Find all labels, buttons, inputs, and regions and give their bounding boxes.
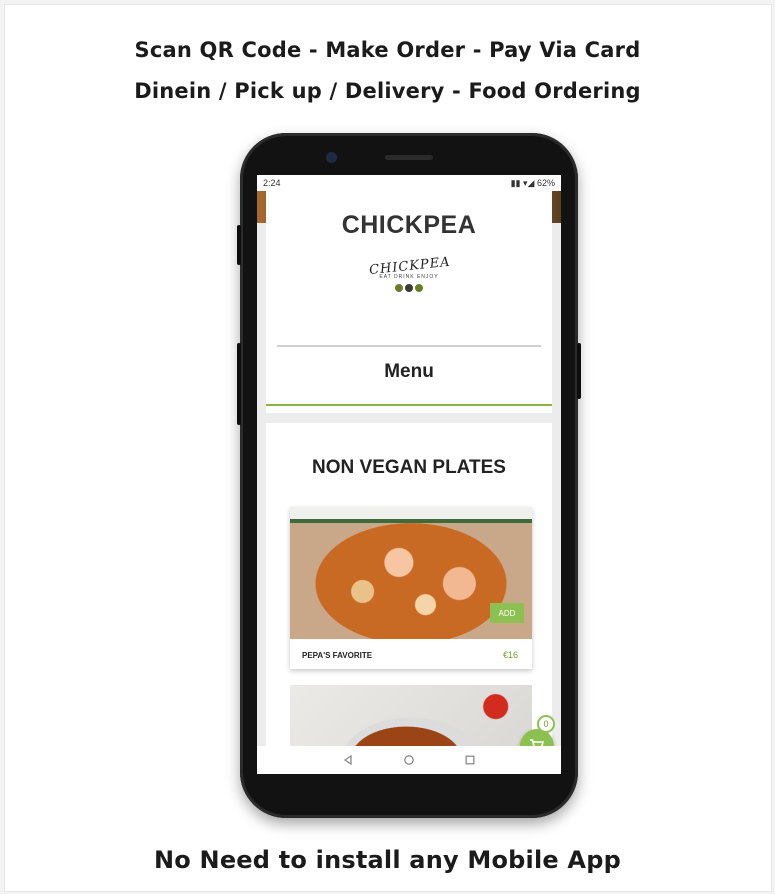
restaurant-header-card: CHICKPEA CHICKPEA EAT DRINK ENJOY Menu bbox=[266, 191, 552, 413]
status-time: 2:24 bbox=[263, 178, 281, 188]
product-price: €16 bbox=[502, 650, 518, 660]
headline-line-2: Dinein / Pick up / Delivery - Food Order… bbox=[134, 79, 641, 103]
menu-underline bbox=[266, 404, 552, 406]
chickpea-icon bbox=[395, 284, 423, 292]
alert-slider bbox=[577, 343, 581, 399]
status-bar: 2:24 ▮▮ ▾◢ 62% bbox=[257, 175, 561, 191]
section-title: NON VEGAN PLATES bbox=[312, 457, 506, 478]
menu-title: Menu bbox=[384, 361, 434, 382]
menu-section-card: NON VEGAN PLATES ADD PEPA'S FAVORITE €16 bbox=[266, 423, 552, 774]
power-button bbox=[237, 343, 241, 425]
status-icons: ▮▮ ▾◢ 62% bbox=[511, 178, 555, 189]
restaurant-name: CHICKPEA bbox=[341, 211, 477, 239]
headline-line-1: Scan QR Code - Make Order - Pay Via Card bbox=[134, 38, 641, 62]
android-nav-bar bbox=[257, 746, 561, 774]
add-to-cart-button[interactable]: ADD bbox=[490, 603, 524, 623]
front-camera bbox=[326, 152, 337, 163]
footer-tagline: No Need to install any Mobile App bbox=[154, 846, 621, 874]
phone-screen: 2:24 ▮▮ ▾◢ 62% CHICKPEA CHICKPEA EAT DRI… bbox=[257, 175, 561, 774]
recents-square-icon[interactable] bbox=[464, 754, 476, 766]
back-triangle-icon[interactable] bbox=[342, 754, 354, 766]
header-divider bbox=[277, 345, 541, 347]
product-card[interactable]: ADD PEPA'S FAVORITE €16 bbox=[290, 507, 532, 669]
earpiece bbox=[385, 155, 433, 160]
signal-icon: ▮▮ ▾◢ bbox=[510, 177, 535, 188]
battery-level: 62% bbox=[536, 177, 555, 188]
cart-count-badge: 0 bbox=[537, 715, 555, 733]
volume-button bbox=[237, 225, 241, 265]
product-name: PEPA'S FAVORITE bbox=[302, 651, 373, 660]
home-circle-icon[interactable] bbox=[403, 754, 415, 766]
restaurant-logo: CHICKPEA EAT DRINK ENJOY bbox=[368, 255, 451, 315]
phone-mockup: 2:24 ▮▮ ▾◢ 62% CHICKPEA CHICKPEA EAT DRI… bbox=[237, 133, 581, 818]
